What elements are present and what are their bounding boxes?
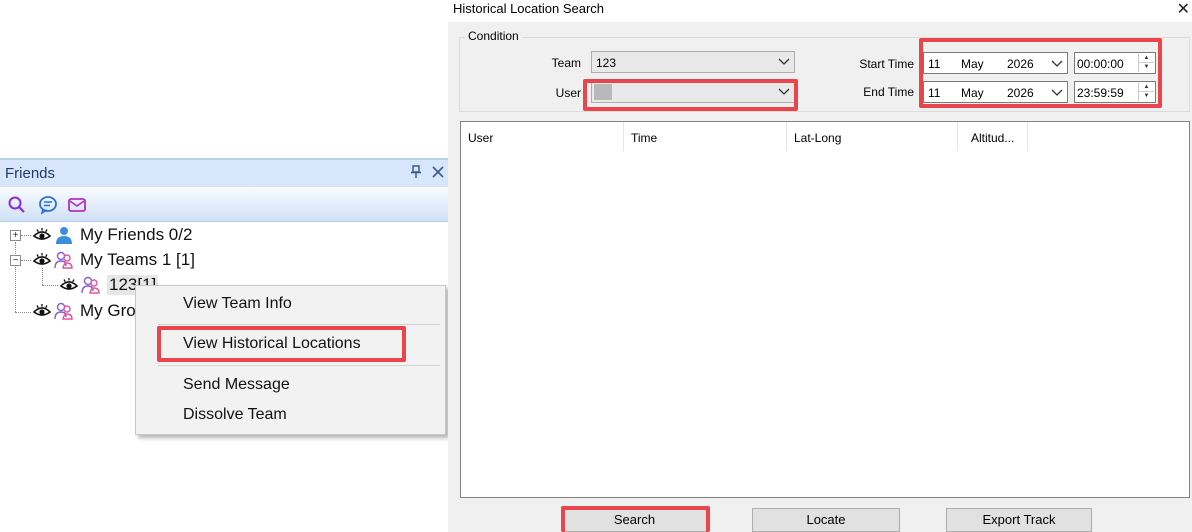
team-label: Team [551, 56, 581, 70]
eye-icon[interactable] [32, 252, 52, 268]
highlight-box [919, 38, 1162, 108]
team-select-value: 123 [596, 56, 617, 70]
column-header-user[interactable]: User [461, 122, 624, 151]
tree-line [15, 312, 31, 313]
tree-line [21, 260, 31, 261]
user-label: User [555, 86, 581, 100]
tree-item-my-groups[interactable]: My Gro [32, 300, 136, 322]
tree-label: My Teams 1 [1] [80, 250, 195, 269]
start-time-label: Start Time [859, 57, 914, 71]
menu-separator [158, 365, 440, 366]
tree-item-my-friends[interactable]: My Friends 0/2 [32, 224, 192, 246]
historical-location-dialog: Historical Location Search ✕ Condition T… [448, 0, 1192, 532]
tree-line [21, 235, 31, 236]
highlight-box [157, 326, 406, 362]
tree-label: My Gro [80, 301, 136, 320]
group-icon [54, 302, 73, 320]
column-header-altitude[interactable]: Altitud... [958, 122, 1028, 151]
results-list[interactable]: User Time Lat-Long Altitud... [460, 121, 1190, 498]
screen: Friends + My Friends 0/2 − My Teams 1 [1… [0, 0, 1192, 532]
condition-label: Condition [465, 29, 522, 43]
friends-toolbar [0, 187, 452, 222]
highlight-box [583, 79, 798, 111]
results-list-header: User Time Lat-Long Altitud... [461, 122, 1189, 151]
menu-item-send-message[interactable]: Send Message [183, 376, 290, 394]
user-icon [56, 227, 72, 244]
pin-icon[interactable] [410, 165, 422, 182]
dialog-title: Historical Location Search [453, 1, 605, 16]
mail-icon[interactable] [67, 195, 87, 215]
tree-label: My Friends 0/2 [80, 225, 193, 244]
end-time-label: End Time [863, 85, 914, 99]
close-icon[interactable] [432, 165, 444, 182]
collapse-toggle-my-teams[interactable]: − [10, 255, 21, 266]
highlight-box [561, 506, 710, 532]
menu-item-dissolve-team[interactable]: Dissolve Team [183, 406, 287, 424]
team-icon [54, 251, 73, 269]
tree-line [15, 242, 16, 312]
search-icon[interactable] [7, 195, 27, 215]
eye-icon[interactable] [32, 227, 52, 243]
tree-line [42, 285, 58, 286]
friends-panel-header: Friends [0, 158, 452, 187]
column-header-time[interactable]: Time [624, 122, 787, 151]
chevron-down-icon [778, 58, 790, 65]
team-select[interactable]: 123 [591, 51, 795, 73]
friends-panel-title: Friends [5, 165, 56, 182]
chat-icon[interactable] [38, 195, 58, 215]
locate-button[interactable]: Locate [752, 508, 900, 532]
expand-toggle-my-friends[interactable]: + [10, 230, 21, 241]
tree-item-my-teams[interactable]: My Teams 1 [1] [32, 249, 195, 271]
menu-item-view-team-info[interactable]: View Team Info [183, 295, 292, 313]
eye-icon[interactable] [59, 277, 79, 293]
eye-icon[interactable] [32, 303, 52, 319]
export-track-button[interactable]: Export Track [946, 508, 1092, 532]
team-icon [81, 276, 100, 294]
close-icon[interactable]: ✕ [1177, 0, 1190, 19]
column-header-lat-long[interactable]: Lat-Long [787, 122, 958, 151]
dialog-titlebar: Historical Location Search ✕ [448, 0, 1192, 22]
menu-separator [158, 324, 440, 325]
